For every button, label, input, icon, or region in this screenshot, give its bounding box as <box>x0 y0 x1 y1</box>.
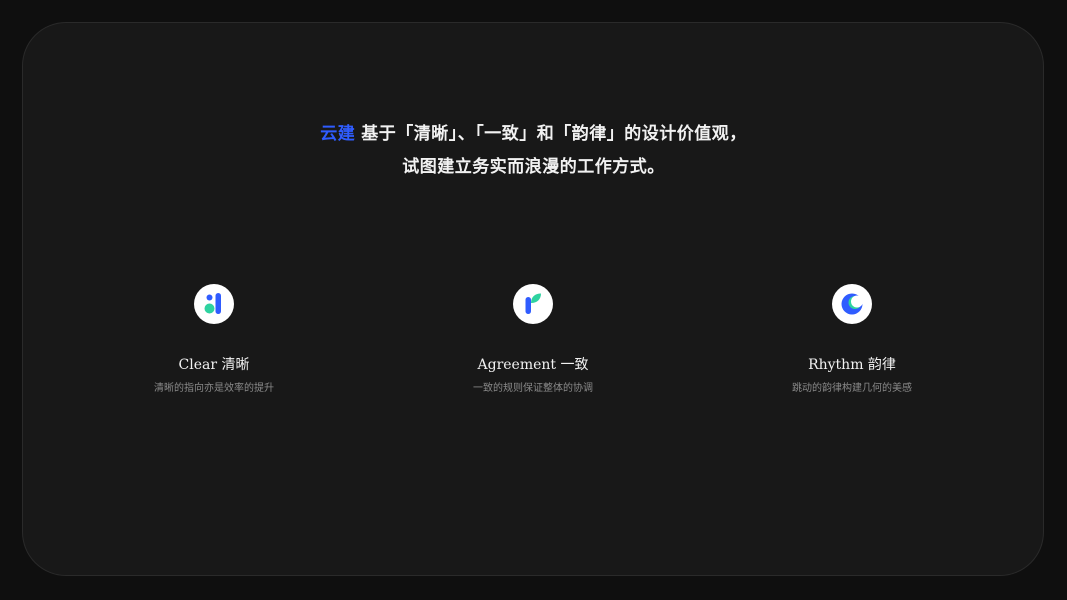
crescent-logo-icon <box>832 284 872 324</box>
headline: 云建 基于「清晰」、「一致」和「韵律」的设计价值观， 试图建立务实而浪漫的工作方式… <box>0 118 1067 184</box>
sprout-logo-icon <box>513 284 553 324</box>
feature-title: Agreement 一致 <box>477 357 589 373</box>
feature-description: 一致的规则保证整体的协调 <box>473 383 593 394</box>
feature-agreement: Agreement 一致 一致的规则保证整体的协调 <box>413 284 653 396</box>
clarity-logo-icon <box>194 284 234 324</box>
headline-line-1: 云建 基于「清晰」、「一致」和「韵律」的设计价值观， <box>0 118 1067 151</box>
headline-line-1-text: 基于「清晰」、「一致」和「韵律」的设计价值观， <box>361 124 747 144</box>
feature-description: 跳动的韵律构建几何的美感 <box>792 383 912 394</box>
brand-name: 云建 <box>320 124 356 144</box>
feature-description: 清晰的指向亦是效率的提升 <box>154 383 274 394</box>
feature-rhythm: Rhythm 韵律 跳动的韵律构建几何的美感 <box>732 284 972 396</box>
feature-clear: Clear 清晰 清晰的指向亦是效率的提升 <box>94 284 334 396</box>
feature-list: Clear 清晰 清晰的指向亦是效率的提升 Agreement 一致 一致的规则… <box>0 284 1067 414</box>
headline-line-2: 试图建立务实而浪漫的工作方式。 <box>402 157 665 177</box>
feature-title: Rhythm 韵律 <box>808 357 896 373</box>
feature-title: Clear 清晰 <box>178 357 250 373</box>
